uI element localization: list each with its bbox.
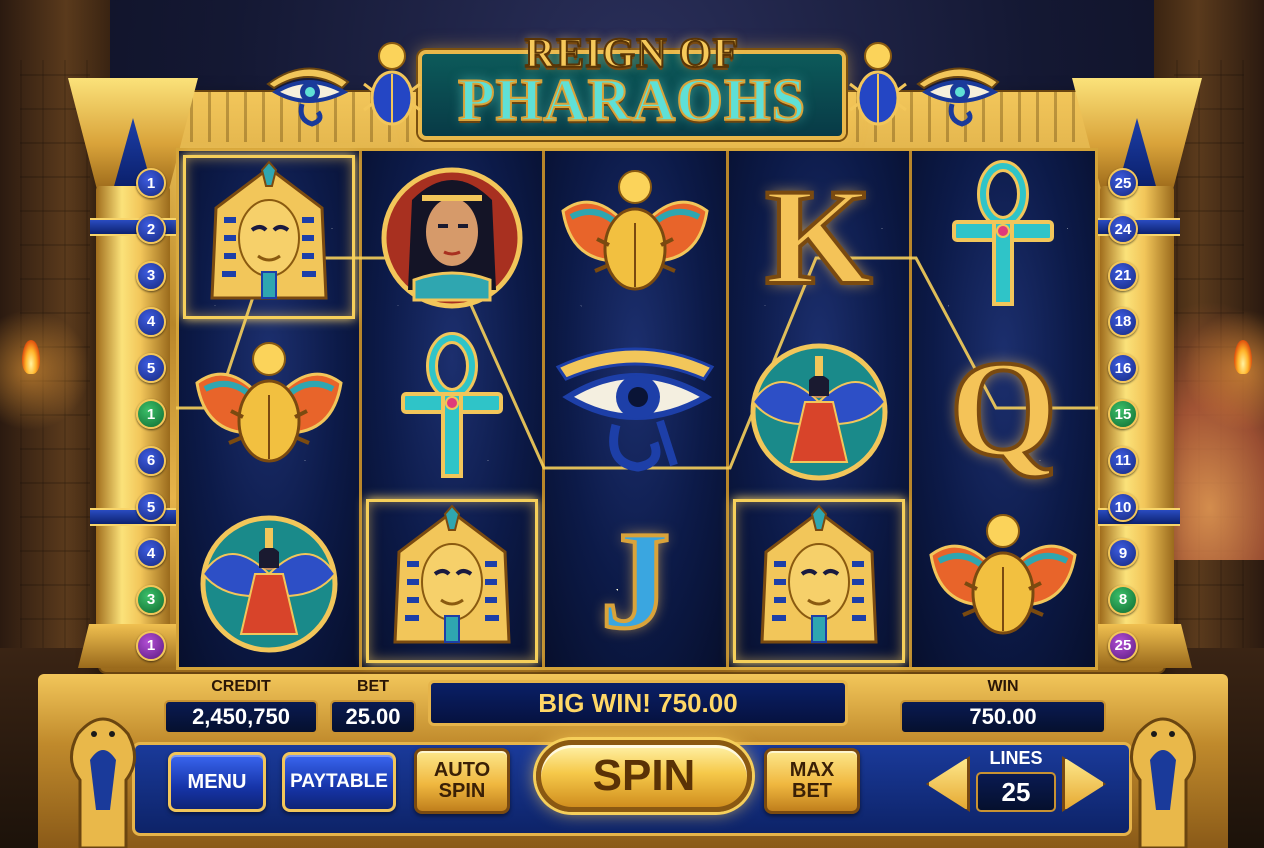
ankh-icon [948, 159, 1058, 315]
payline-badge[interactable]: 4 [136, 306, 166, 337]
reel-cell [179, 151, 359, 323]
reel-cell [179, 495, 359, 667]
pharaoh-mask-icon [194, 159, 344, 315]
paytable-button[interactable]: PAYTABLE [282, 752, 396, 812]
cobra-icon [1130, 717, 1196, 848]
reel-grid: J K Q [176, 148, 1098, 670]
winged-goddess-icon [189, 504, 349, 659]
payline-badge[interactable]: 1 [136, 168, 166, 198]
reel-1 [179, 151, 363, 667]
reel-4: K [728, 151, 912, 667]
cleopatra-portrait-icon [372, 160, 532, 315]
payline-badge[interactable]: 16 [1108, 353, 1138, 384]
payline-badge[interactable]: 3 [136, 260, 166, 291]
reel-cell: Q [912, 323, 1095, 495]
winged-goddess-icon [739, 332, 899, 487]
payline-badge[interactable]: 2 [136, 214, 166, 245]
payline-badge[interactable]: 25 [1108, 630, 1138, 661]
payline-badge[interactable]: 24 [1108, 214, 1138, 245]
pharaoh-mask-icon [377, 503, 527, 659]
payline-indicators-left: 1 2 3 4 5 1 6 5 4 3 1 [136, 168, 166, 661]
payline-badge[interactable]: 5 [136, 492, 166, 523]
payline-badge[interactable]: 1 [136, 630, 166, 661]
scarab-icon [191, 337, 347, 482]
payline-badge[interactable]: 15 [1108, 399, 1138, 430]
reel-cell [362, 495, 542, 667]
payline-badge[interactable]: 1 [136, 399, 166, 430]
credit-value: 2,450,750 [164, 700, 318, 734]
reel-cell [545, 323, 725, 495]
payline-badge[interactable]: 3 [136, 584, 166, 615]
eye-of-horus-icon [550, 337, 720, 482]
payline-badge[interactable]: 9 [1108, 538, 1138, 569]
reel-cell [179, 323, 359, 495]
eye-of-horus-icon [266, 67, 350, 127]
game-title-line2: PHARAOHS [457, 66, 807, 134]
reel-cell [729, 495, 909, 667]
lines-value: 25 [976, 772, 1056, 812]
reel-3: J [545, 151, 729, 667]
reel-5: Q [911, 151, 1096, 667]
payline-badge[interactable]: 10 [1108, 492, 1138, 523]
max-bet-button[interactable]: MAX BET [764, 748, 860, 814]
letter-j-icon: J [598, 503, 672, 658]
pharaoh-mask-icon [744, 503, 894, 659]
payline-badge[interactable]: 4 [136, 538, 166, 569]
auto-spin-label-2: SPIN [438, 780, 486, 802]
payline-badge[interactable]: 5 [136, 353, 166, 384]
reel-cell: K [729, 151, 909, 323]
reel-cell [545, 151, 725, 323]
reel-2 [362, 151, 546, 667]
letter-q-icon: Q [948, 332, 1059, 485]
torch-flame-left-icon [22, 340, 40, 374]
max-bet-label-2: BET [792, 780, 832, 802]
auto-spin-label-1: AUTO [433, 759, 491, 781]
payline-badge[interactable]: 25 [1108, 168, 1138, 198]
payline-badge[interactable]: 6 [136, 445, 166, 476]
scarab-icon [849, 42, 907, 126]
scarab-icon [557, 165, 713, 310]
scarab-icon [925, 509, 1081, 654]
payline-badge[interactable]: 21 [1108, 260, 1138, 291]
reel-cell [362, 151, 542, 323]
cobra-icon [70, 717, 136, 848]
eye-of-horus-icon [916, 67, 1000, 127]
max-bet-label-1: MAX [789, 759, 835, 781]
win-label: WIN [987, 678, 1019, 695]
payline-badge[interactable]: 8 [1108, 584, 1138, 615]
reel-cell [912, 151, 1095, 323]
lines-label: LINES [989, 748, 1043, 768]
win-value: 750.00 [900, 700, 1106, 734]
payline-indicators-right: 25 24 21 18 16 15 11 10 9 8 25 [1108, 168, 1138, 661]
torch-flame-right-icon [1234, 340, 1252, 374]
ankh-icon [397, 331, 507, 487]
bet-value: 25.00 [330, 700, 416, 734]
big-win-message: BIG WIN! 750.00 [428, 680, 848, 726]
credit-label: CREDIT [211, 678, 271, 695]
letter-k-icon: K [763, 160, 874, 313]
bet-label: BET [357, 678, 389, 695]
menu-button[interactable]: MENU [168, 752, 266, 812]
reel-cell: J [545, 495, 725, 667]
scarab-icon [363, 42, 421, 126]
reel-cell [912, 495, 1095, 667]
payline-badge[interactable]: 18 [1108, 306, 1138, 337]
reel-cell [362, 323, 542, 495]
auto-spin-button[interactable]: AUTO SPIN [414, 748, 510, 814]
reel-cell [729, 323, 909, 495]
spin-button[interactable]: SPIN [536, 740, 752, 812]
payline-badge[interactable]: 11 [1108, 445, 1138, 476]
